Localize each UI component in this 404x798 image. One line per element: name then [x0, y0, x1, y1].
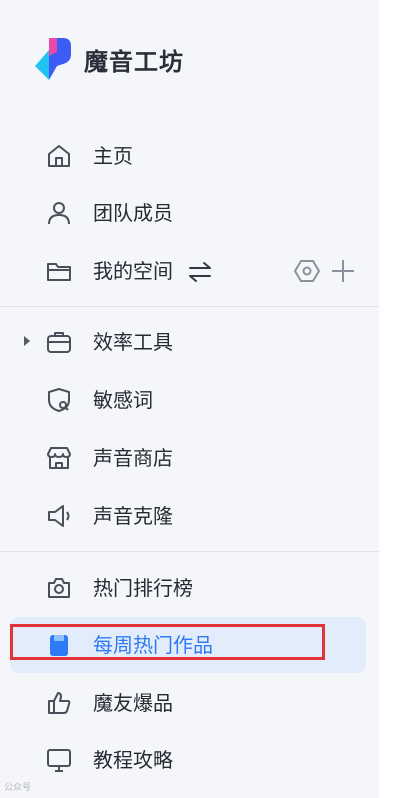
sidebar-item-label: 魔友爆品: [93, 691, 173, 715]
sidebar-item-label: 团队成员: [93, 201, 173, 225]
sidebar: 魔音工坊 主页 团队成员 我的空间 效率工具 敏感词 声音商店 声音克隆 热门排…: [0, 0, 379, 798]
sidebar-item-friends-hits[interactable]: 魔友爆品: [10, 675, 366, 731]
sidebar-item-voice-store[interactable]: 声音商店: [10, 430, 366, 486]
sidebar-item-label: 热门排行榜: [93, 576, 193, 600]
briefcase-icon: [45, 328, 73, 356]
folder-icon: [45, 257, 73, 285]
sidebar-item-home[interactable]: 主页: [10, 128, 366, 184]
sidebar-item-label: 效率工具: [93, 330, 173, 354]
sidebar-item-sensitive-words[interactable]: 敏感词: [10, 372, 366, 428]
shield-search-icon: [45, 386, 73, 414]
sidebar-item-label: 我的空间: [93, 259, 173, 283]
monitor-icon: [45, 746, 73, 774]
sidebar-item-label: 声音商店: [93, 446, 173, 470]
sidebar-item-team[interactable]: 团队成员: [10, 185, 366, 241]
store-icon: [45, 444, 73, 472]
divider: [0, 306, 379, 307]
highlight-annotation-box: [10, 624, 325, 660]
sidebar-item-label: 敏感词: [93, 388, 153, 412]
sidebar-item-tools[interactable]: 效率工具: [10, 314, 366, 370]
home-icon: [45, 142, 73, 170]
sidebar-item-voice-clone[interactable]: 声音克隆: [10, 488, 366, 544]
app-title: 魔音工坊: [84, 48, 184, 76]
speaker-icon: [45, 502, 73, 530]
camera-badge-icon: [45, 574, 73, 602]
thumbs-up-icon: [45, 689, 73, 717]
sidebar-item-hot-ranking[interactable]: 热门排行榜: [10, 560, 366, 616]
divider: [0, 551, 379, 552]
user-icon: [45, 199, 73, 227]
expand-caret-icon[interactable]: [24, 336, 30, 346]
sidebar-item-label: 教程攻略: [93, 748, 173, 772]
hexagon-settings-icon[interactable]: [294, 258, 320, 284]
swap-icon[interactable]: [186, 258, 214, 286]
sidebar-item-label: 声音克隆: [93, 504, 173, 528]
watermark: 公众号: [4, 783, 32, 793]
sidebar-item-label: 主页: [93, 144, 133, 168]
app-logo-icon: [35, 38, 71, 80]
sidebar-item-tutorial[interactable]: 教程攻略: [10, 732, 366, 788]
plus-icon[interactable]: [330, 258, 356, 284]
